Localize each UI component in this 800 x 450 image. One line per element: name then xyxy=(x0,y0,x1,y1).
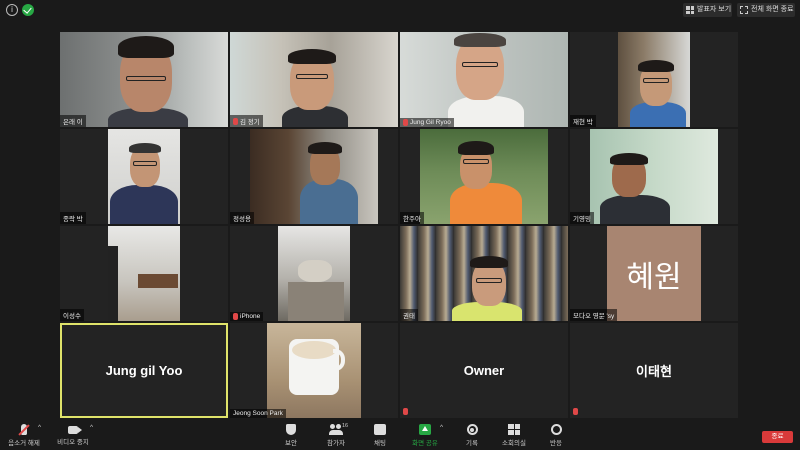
participant-tile[interactable]: 은래 이 xyxy=(60,32,228,127)
participant-name-tag: 재현 박 xyxy=(570,115,596,127)
chat-button[interactable]: 채팅 xyxy=(372,424,388,447)
audio-options-chevron-icon[interactable]: ^ xyxy=(38,424,41,431)
unmute-button[interactable]: 음소거 해제 xyxy=(6,424,42,447)
muted-mic-icon xyxy=(403,119,408,126)
participant-display-name: 이태현 xyxy=(636,364,672,379)
muted-mic-icon xyxy=(403,408,408,415)
participant-tile[interactable]: 재현 박 xyxy=(570,32,738,127)
participant-name-tag: 정성용 xyxy=(230,212,254,224)
grid-view-icon xyxy=(686,6,694,14)
participant-display-name: Owner xyxy=(463,363,505,378)
participant-tile[interactable]: 이태현 xyxy=(570,323,738,418)
participant-tile[interactable]: 이성수 xyxy=(60,226,228,321)
participant-name-tag: 기영밍 xyxy=(570,212,594,224)
participant-video xyxy=(420,129,548,224)
participant-video xyxy=(618,32,690,127)
participant-name-tag: 모다오 영문 'sy xyxy=(570,309,618,321)
muted-mic-icon xyxy=(233,117,238,125)
participant-name-tag: 이성수 xyxy=(60,309,84,321)
video-camera-icon xyxy=(68,426,82,434)
share-screen-button[interactable]: 화면 공유 xyxy=(411,424,439,447)
participant-name-tag: iPhone xyxy=(230,312,264,321)
shield-icon xyxy=(286,424,296,435)
participant-video xyxy=(400,226,568,321)
participant-tile[interactable]: 종락 박 xyxy=(60,129,228,224)
breakout-rooms-icon xyxy=(508,424,520,435)
participant-avatar: 혜원 xyxy=(607,226,701,321)
participant-video xyxy=(278,226,350,321)
info-icon[interactable]: i xyxy=(6,4,18,16)
exit-fullscreen-button[interactable]: 전체 화면 종료 xyxy=(737,3,795,17)
participant-tile[interactable]: 혜원 모다오 영문 'sy xyxy=(570,226,738,321)
participant-video xyxy=(400,32,568,127)
participant-video xyxy=(267,323,361,418)
participant-name-tag: Jung Gil Ryoo xyxy=(400,118,454,127)
participant-video xyxy=(230,32,398,127)
participant-name-tag: 김 정기 xyxy=(230,115,263,127)
participants-count: 16 xyxy=(342,423,349,429)
participant-name-tag: 권태 xyxy=(400,309,418,321)
participant-tile[interactable]: 권태 xyxy=(400,226,568,321)
record-icon xyxy=(466,424,478,435)
participant-tile[interactable]: 기영밍 xyxy=(570,129,738,224)
participant-video xyxy=(590,129,718,224)
speaker-view-button[interactable]: 발표자 보기 xyxy=(683,3,732,17)
participant-tile[interactable]: iPhone xyxy=(230,226,398,321)
encryption-shield-icon[interactable] xyxy=(22,4,34,16)
participant-tile[interactable]: Jeong Soon Park xyxy=(230,323,398,418)
top-bar: i 발표자 보기 전체 화면 종료 xyxy=(0,0,800,22)
share-options-chevron-icon[interactable]: ^ xyxy=(440,424,443,431)
participant-display-name: Jung gil Yoo xyxy=(105,363,183,378)
participant-tile[interactable]: 한주아 xyxy=(400,129,568,224)
participant-name-tag: 한주아 xyxy=(400,212,424,224)
smiley-icon xyxy=(550,424,562,435)
end-meeting-button[interactable]: 종료 xyxy=(762,431,793,443)
muted-mic-icon xyxy=(233,313,238,320)
muted-mic-icon xyxy=(21,424,27,435)
share-screen-icon xyxy=(419,424,431,435)
security-button[interactable]: 보안 xyxy=(281,424,301,447)
reactions-button[interactable]: 반응 xyxy=(548,424,564,447)
record-button[interactable]: 기록 xyxy=(464,424,480,447)
video-grid: 은래 이 김 정기 Jung Gil Ryoo 재현 박 종락 박 정성용 한주… xyxy=(60,32,738,418)
meeting-toolbar: 음소거 해제 ^ 비디오 중지 ^ 보안 참가자 16 채팅 화면 공유 ^ 기… xyxy=(0,422,800,450)
stop-video-button[interactable]: 비디오 중지 xyxy=(55,424,91,446)
participant-tile[interactable]: 정성용 xyxy=(230,129,398,224)
participant-video xyxy=(60,32,228,127)
video-options-chevron-icon[interactable]: ^ xyxy=(90,424,93,431)
participants-icon xyxy=(329,424,343,435)
chat-bubble-icon xyxy=(374,424,386,435)
exit-fullscreen-icon xyxy=(740,6,748,14)
participant-video xyxy=(108,226,180,321)
participant-name-tag: 종락 박 xyxy=(60,212,86,224)
participant-tile[interactable]: Jung Gil Ryoo xyxy=(400,32,568,127)
breakout-rooms-button[interactable]: 소회의실 xyxy=(501,424,527,447)
participant-tile[interactable]: 김 정기 xyxy=(230,32,398,127)
participant-tile[interactable]: Owner xyxy=(400,323,568,418)
active-speaker-tile[interactable]: Jung gil Yoo xyxy=(60,323,228,418)
participant-name-tag: 은래 이 xyxy=(60,115,86,127)
participant-video xyxy=(250,129,378,224)
participant-name-tag: Jeong Soon Park xyxy=(230,409,286,418)
participant-video xyxy=(108,129,180,224)
muted-mic-icon xyxy=(573,408,578,415)
